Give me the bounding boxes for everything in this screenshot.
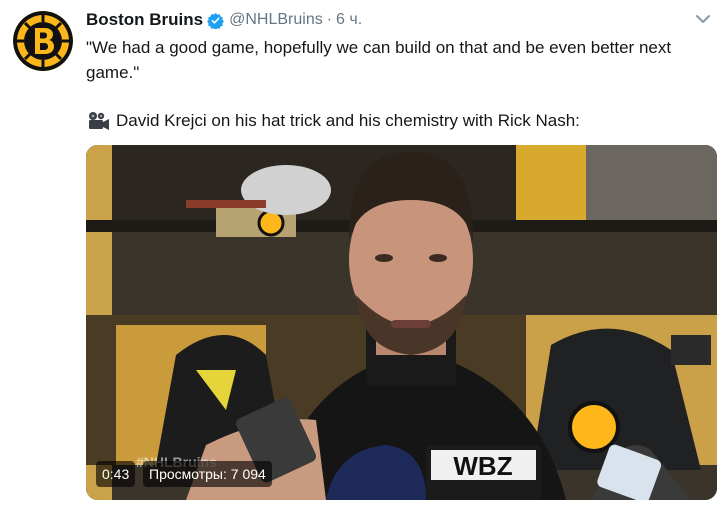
tweet-header: Boston Bruins @NHLBruins · 6 ч.: [86, 9, 362, 31]
tweet: Boston Bruins @NHLBruins · 6 ч. "We had …: [0, 0, 727, 510]
video-duration-badge: 0:43: [96, 461, 136, 487]
movie-camera-icon: [86, 111, 110, 131]
video-player[interactable]: WBZ #NHLBruins: [86, 145, 717, 500]
separator-dot: ·: [326, 11, 333, 28]
handle[interactable]: @NHLBruins: [229, 11, 323, 29]
mic-flag-label: WBZ: [453, 451, 512, 481]
tweet-caption: David Krejci on his hat trick and his ch…: [86, 108, 580, 133]
avatar[interactable]: [13, 11, 73, 71]
timestamp-link[interactable]: 6 ч.: [336, 11, 362, 29]
caption-text: David Krejci on his hat trick and his ch…: [116, 111, 580, 130]
display-name[interactable]: Boston Bruins: [86, 10, 203, 30]
tweet-text: "We had a good game, hopefully we can bu…: [86, 38, 672, 82]
verified-badge-icon: [207, 12, 225, 29]
chevron-down-icon: [696, 15, 710, 23]
bruins-logo-icon: [13, 11, 73, 71]
video-frame: WBZ #NHLBruins: [86, 145, 717, 500]
video-view-count: Просмотры: 7 094: [143, 461, 272, 487]
more-options-button[interactable]: [694, 12, 712, 26]
